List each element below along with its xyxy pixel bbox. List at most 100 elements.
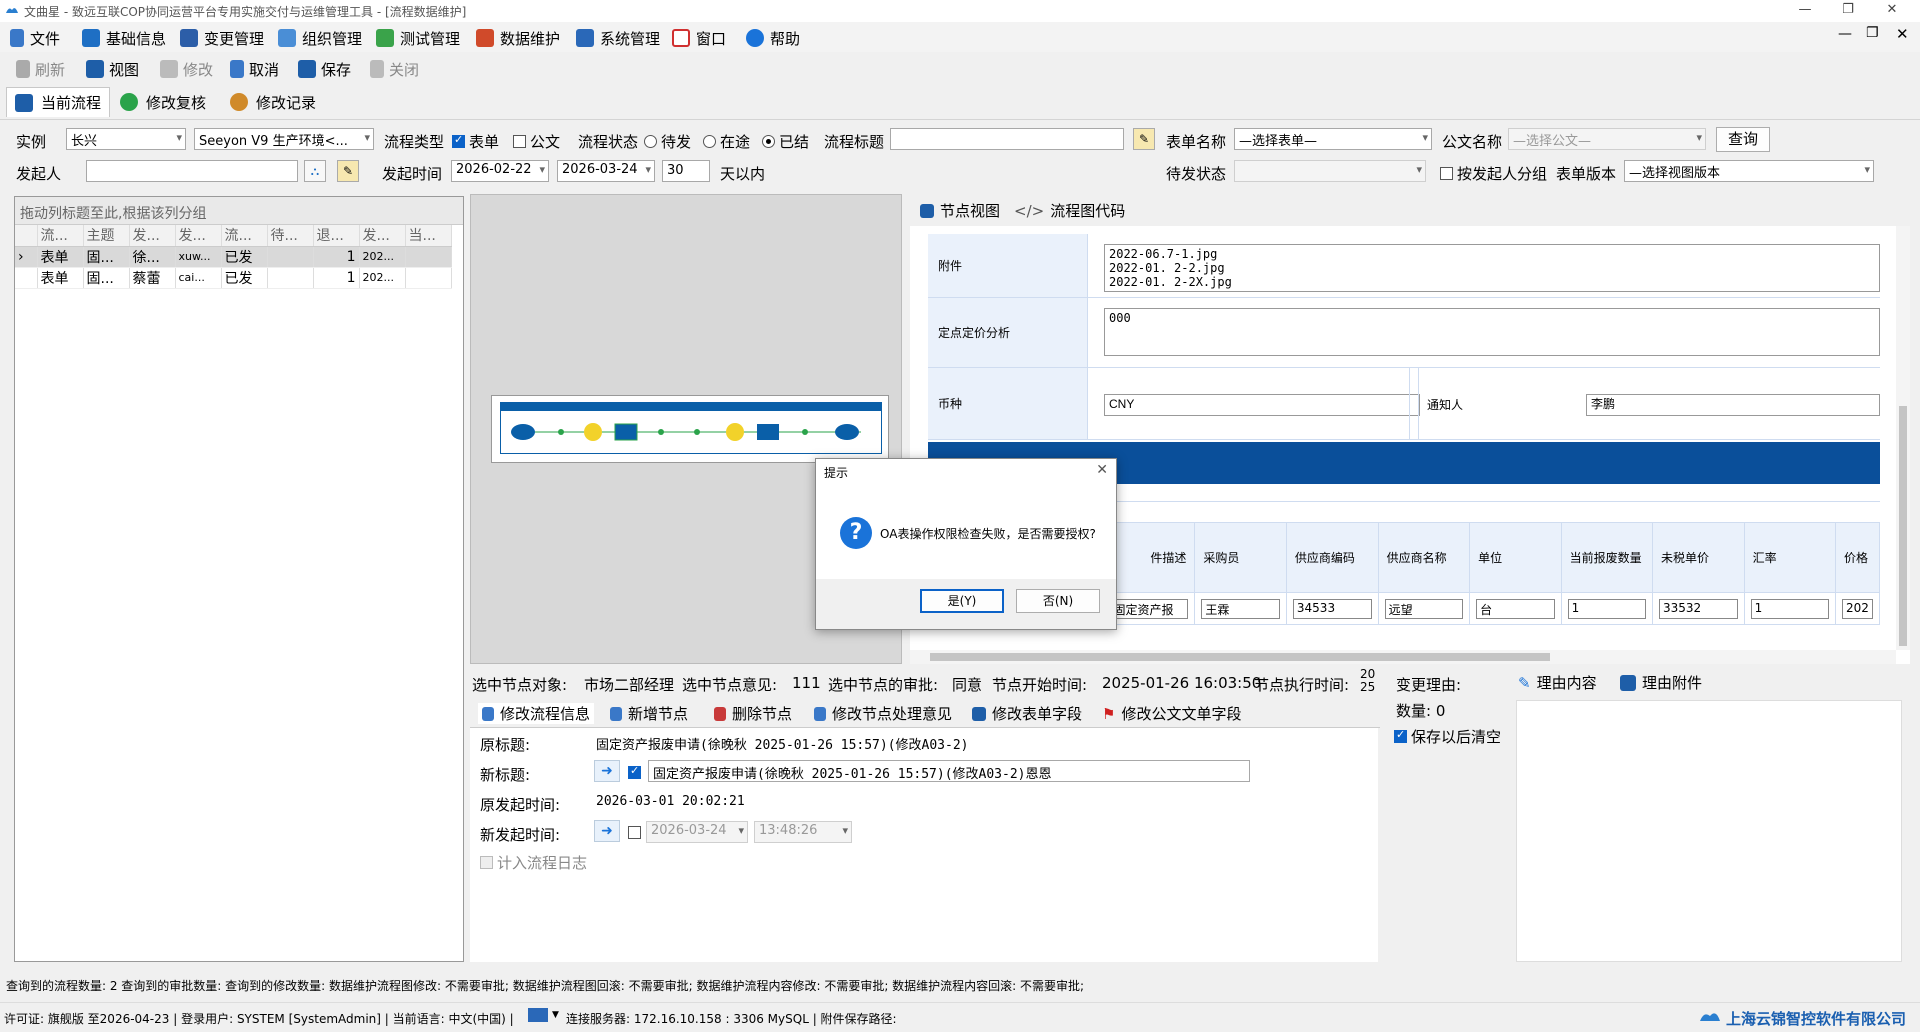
close-icon[interactable]: ✕ (1882, 2, 1902, 17)
sub-cell-input[interactable]: 远望 (1384, 598, 1464, 619)
view-button[interactable]: 视图 (86, 58, 139, 80)
col-header[interactable]: 发... (175, 225, 222, 247)
tab-add-node[interactable]: 新增节点 (610, 703, 688, 724)
minimize-icon[interactable]: — (1795, 2, 1815, 17)
currency-input[interactable]: CNY (1104, 394, 1420, 416)
tab-delete-node[interactable]: 删除节点 (714, 703, 792, 724)
col-header[interactable]: 待... (267, 225, 314, 247)
pending-radio[interactable]: 待发 (644, 131, 691, 152)
attachment-item[interactable]: 2022-01. 2-2.jpg (1109, 261, 1875, 275)
server-monitor-icon[interactable] (528, 1008, 548, 1022)
tab-current-flow[interactable]: 当前流程 (6, 87, 111, 117)
menu-basic-info[interactable]: 基础信息 (82, 27, 166, 49)
tab-modify-opinion[interactable]: 修改节点处理意见 (814, 703, 952, 724)
tab-modify-form-field[interactable]: 修改表单字段 (972, 703, 1082, 724)
save-button[interactable]: 保存 (298, 58, 351, 80)
sub-cell-input[interactable]: 1 (1567, 598, 1646, 619)
clear-brush-icon[interactable]: ✎ (1133, 128, 1155, 150)
query-button[interactable]: 查询 (1716, 127, 1770, 152)
close-button[interactable]: 关闭 (370, 58, 419, 80)
dialog-close-icon[interactable]: ✕ (1096, 462, 1108, 478)
notify-input[interactable]: 李鹏 (1586, 394, 1880, 416)
sub-cell-input[interactable]: 台 (1476, 598, 1555, 619)
col-header[interactable]: 退... (313, 225, 360, 247)
col-header[interactable]: 流... (221, 225, 268, 247)
refresh-button[interactable]: 刷新 (16, 58, 65, 80)
group-by-initiator-checkbox[interactable]: 按发起人分组 (1440, 163, 1547, 184)
menu-test-mgmt[interactable]: 测试管理 (376, 27, 460, 49)
menu-window[interactable]: 窗口 (672, 27, 726, 49)
scroll-thumb[interactable] (1899, 406, 1907, 646)
menu-change-mgmt[interactable]: 变更管理 (180, 27, 264, 49)
form-vscrollbar[interactable] (1896, 226, 1910, 650)
sub-cell-input[interactable]: 33532 (1658, 598, 1738, 619)
mdi-minimize-icon[interactable]: — (1838, 26, 1852, 42)
clear-after-save-checkbox[interactable]: 保存以后清空 (1394, 726, 1501, 747)
tab-modify-flow-info[interactable]: 修改流程信息 (478, 703, 595, 724)
apply-arrow-icon[interactable]: ➜ (594, 760, 620, 782)
tab-modify-record[interactable]: 修改记录 (222, 87, 324, 117)
sub-cell-input[interactable]: 34533 (1292, 598, 1372, 619)
sub-cell-input[interactable]: 1 (1750, 598, 1830, 619)
tab-modify-review[interactable]: 修改复核 (112, 87, 214, 117)
form-checkbox[interactable]: 表单 (452, 131, 499, 152)
new-time-checkbox[interactable] (628, 824, 641, 840)
attachment-item[interactable]: 2022-01. 2-2X.jpg (1109, 275, 1875, 289)
mdi-restore-icon[interactable]: ❐ (1866, 25, 1879, 41)
log-checkbox[interactable]: 计入流程日志 (480, 852, 587, 873)
no-button[interactable]: 否(N) (1016, 589, 1100, 613)
yes-button[interactable]: 是(Y) (920, 589, 1004, 613)
modify-button[interactable]: 修改 (160, 58, 213, 80)
hscroll-thumb[interactable] (930, 653, 1550, 661)
menu-data-maint[interactable]: 数据维护 (476, 27, 560, 49)
initiator-input[interactable] (86, 160, 298, 182)
inprogress-radio[interactable]: 在途 (703, 131, 750, 152)
new-title-checkbox[interactable] (628, 764, 641, 780)
menu-file[interactable]: 文件 (10, 27, 60, 49)
menu-help[interactable]: 帮助 (746, 27, 800, 49)
attachment-list[interactable]: 2022-06.7-1.jpg 2022-01. 2-2.jpg 2022-01… (1104, 244, 1880, 292)
form-hscrollbar[interactable] (910, 650, 1896, 664)
env-select[interactable]: Seeyon V9 生产环境<... (194, 128, 374, 150)
pricing-textarea[interactable]: 000 (1104, 308, 1880, 356)
reason-textarea[interactable] (1516, 700, 1902, 962)
flow-title-input[interactable] (890, 128, 1124, 150)
tab-flow-code[interactable]: </> 流程图代码 (1014, 200, 1125, 221)
flow-nodes[interactable] (501, 411, 881, 453)
apply-time-arrow-icon[interactable]: ➜ (594, 820, 620, 842)
server-dropdown-icon[interactable]: ▼ (552, 1010, 559, 1020)
tab-reason-attachment[interactable]: 理由附件 (1620, 672, 1702, 693)
pending-status-select[interactable] (1234, 160, 1426, 182)
finished-radio[interactable]: 已结 (762, 131, 809, 152)
cancel-button[interactable]: 取消 (230, 58, 279, 80)
new-title-input[interactable]: 固定资产报废申请(徐晚秋 2025-01-26 15:57)(修改A03-2)恩… (648, 760, 1250, 782)
flow-diagram[interactable] (491, 395, 889, 463)
tab-modify-doc-field[interactable]: ⚑ 修改公文文单字段 (1102, 703, 1241, 724)
days-stepper[interactable]: 30 (662, 160, 710, 182)
table-row[interactable]: › 表单 固... 徐... xuw... 已发 1 202... (15, 246, 452, 268)
date-from-picker[interactable]: 2026-02-22 (451, 160, 549, 182)
mdi-close-icon[interactable]: ✕ (1896, 25, 1909, 43)
new-date-picker[interactable]: 2026-03-24 (646, 821, 748, 843)
restore-icon[interactable]: ❐ (1838, 2, 1858, 17)
doc-name-select[interactable]: —选择公文— (1508, 128, 1706, 150)
sub-cell-input[interactable]: 王霖 (1201, 598, 1280, 619)
col-header[interactable]: 发... (359, 225, 406, 247)
date-to-picker[interactable]: 2026-03-24 (557, 160, 655, 182)
form-name-select[interactable]: —选择表单— (1234, 128, 1432, 150)
menu-system-mgmt[interactable]: 系统管理 (576, 27, 660, 49)
table-row[interactable]: 表单 固... 蔡蕾 cai... 已发 1 202... (15, 267, 452, 289)
sub-cell-input[interactable]: 202 (1842, 598, 1873, 619)
clear-initiator-icon[interactable]: ✎ (337, 160, 359, 182)
col-header[interactable]: 主题 (83, 225, 130, 247)
col-header[interactable]: 发... (129, 225, 176, 247)
instance-select[interactable]: 长兴 (66, 128, 186, 150)
new-time-picker[interactable]: 13:48:26 (754, 821, 852, 843)
form-version-select[interactable]: —选择视图版本 (1624, 160, 1874, 182)
sub-cell-input[interactable]: 固定资产报 (1109, 598, 1189, 619)
col-header[interactable]: 当... (405, 225, 452, 247)
col-header[interactable]: 流... (37, 225, 84, 247)
doc-checkbox[interactable]: 公文 (513, 131, 560, 152)
menu-org-mgmt[interactable]: 组织管理 (278, 27, 362, 49)
tab-node-view[interactable]: 节点视图 (920, 200, 1000, 221)
